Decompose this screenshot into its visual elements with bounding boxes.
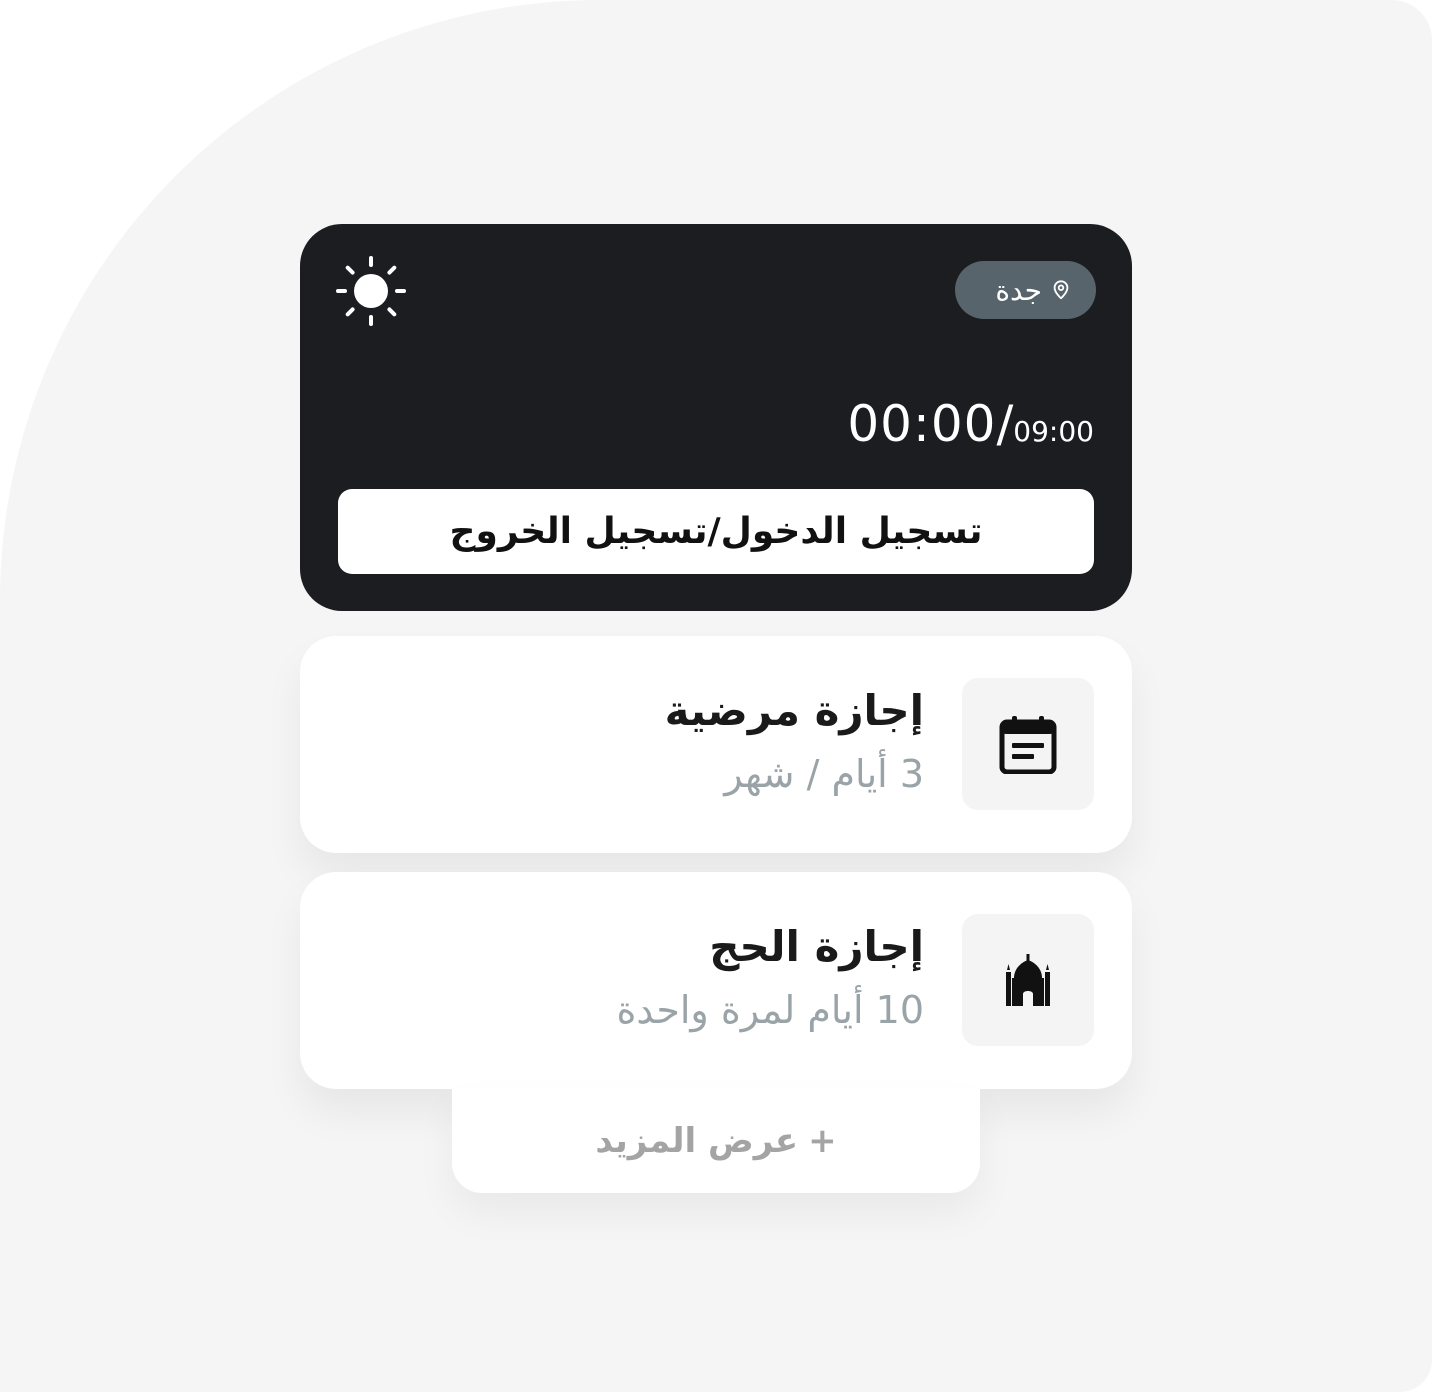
leave-icon-box bbox=[962, 678, 1094, 810]
leave-text: إجازة الحج 10 أيام لمرة واحدة bbox=[616, 916, 924, 1042]
leave-title: إجازة مرضية bbox=[664, 686, 924, 735]
location-pin-icon bbox=[1050, 279, 1072, 301]
leave-title: إجازة الحج bbox=[709, 922, 924, 971]
leave-text: إجازة مرضية 3 أيام / شهر bbox=[665, 680, 924, 806]
show-more-button[interactable]: + عرض المزيد bbox=[452, 1089, 980, 1193]
page-background: جدة 00:00 / 09:00 تسجيل الدخول/تسجيل الخ… bbox=[0, 0, 1432, 1392]
sun-icon bbox=[336, 256, 406, 326]
attendance-card: جدة 00:00 / 09:00 تسجيل الدخول/تسجيل الخ… bbox=[300, 224, 1132, 611]
time-target: 09:00 bbox=[1013, 415, 1094, 448]
mosque-icon bbox=[998, 950, 1058, 1010]
calendar-icon bbox=[998, 714, 1058, 774]
plus-icon: + bbox=[808, 1121, 837, 1161]
show-more-label: عرض المزيد bbox=[595, 1121, 799, 1161]
time-elapsed: 00:00 bbox=[847, 395, 997, 453]
leave-card-hajj[interactable]: إجازة الحج 10 أيام لمرة واحدة bbox=[300, 872, 1132, 1089]
location-badge[interactable]: جدة bbox=[955, 261, 1096, 319]
work-time-display: 00:00 / 09:00 bbox=[847, 395, 1094, 453]
leave-card-sick[interactable]: إجازة مرضية 3 أيام / شهر bbox=[300, 636, 1132, 853]
leave-subtitle: 3 أيام / شهر bbox=[724, 752, 924, 796]
leave-subtitle: 10 أيام لمرة واحدة bbox=[616, 988, 924, 1032]
leave-icon-box bbox=[962, 914, 1094, 1046]
checkin-checkout-button[interactable]: تسجيل الدخول/تسجيل الخروج bbox=[338, 489, 1094, 574]
time-separator: / bbox=[996, 395, 1014, 453]
location-label: جدة bbox=[995, 273, 1042, 307]
